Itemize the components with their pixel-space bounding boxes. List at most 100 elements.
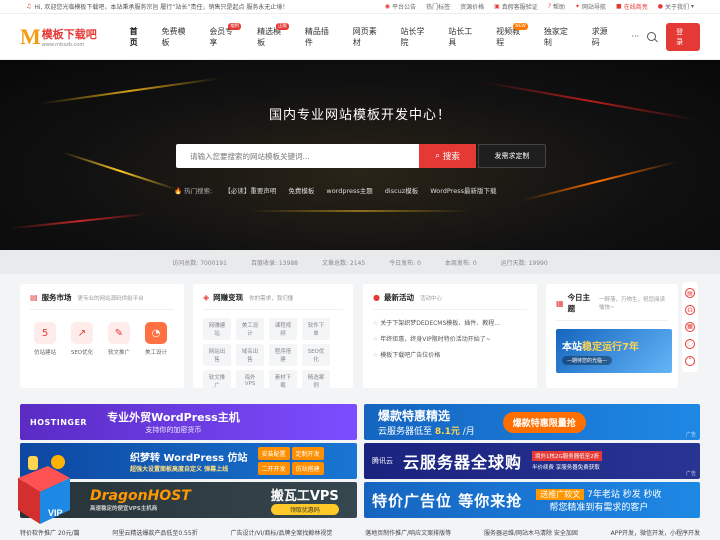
earn-tag[interactable]: 课程视频: [269, 318, 297, 340]
market-icon: ▤: [30, 293, 38, 302]
notice-text: Hi, 欢迎您光临模板下载吧，本站秉承服务宗旨 履行“站长”责任，销售只是起点 …: [34, 4, 289, 11]
text-link[interactable]: 特价软件推广 20元/篇: [20, 528, 80, 537]
earn-tag[interactable]: 精选案例: [302, 370, 330, 392]
top-link-verify[interactable]: ▣ 真假客服验证: [494, 2, 538, 11]
calendar-icon[interactable]: ▦: [685, 321, 695, 332]
nav-item-7[interactable]: 站长工具: [440, 14, 488, 60]
wechat-icon[interactable]: ◌: [685, 338, 695, 349]
ad-special-slot[interactable]: 特价广告位 等你来抢 送推广软文 7年老站 秒发 秒收 帮您精准到有需求的客户: [364, 482, 700, 518]
service-item[interactable]: ✎ 软文推广: [104, 322, 134, 356]
clipboard-icon[interactable]: ▤: [685, 288, 695, 299]
list-item[interactable]: 模板下载吧广告位价格: [373, 350, 527, 359]
nav-item-6[interactable]: 站长学院: [393, 14, 441, 60]
headset-icon[interactable]: ☊: [685, 305, 695, 316]
text-link[interactable]: 广告设计/VI/商标/品牌全案找鲸林视觉: [230, 528, 332, 537]
earn-tag[interactable]: 域名出售: [236, 344, 264, 366]
ad-subtitle: 高速稳定的便宜VPS主机商: [90, 506, 158, 512]
earn-tag[interactable]: 海外VPS: [236, 370, 264, 392]
search-input[interactable]: 请输入您要搜索的网站模板关键词...: [176, 144, 419, 168]
nav-item-3[interactable]: 精选模板 正版: [249, 14, 297, 60]
service-label: 仿站建站: [33, 350, 56, 356]
nav-item-4[interactable]: 精品插件: [297, 14, 345, 60]
login-button[interactable]: 登录: [666, 22, 700, 51]
earn-tag[interactable]: 软文推广: [203, 370, 231, 392]
top-link-tags[interactable]: 热门标签: [426, 2, 450, 11]
search-button[interactable]: ⌕ 搜索: [419, 144, 476, 168]
hot-term[interactable]: discuz模板: [385, 185, 418, 195]
topic-banner[interactable]: 本站稳定运行7年 —期待您的光临—: [556, 329, 672, 373]
card-title: 服务市场: [41, 293, 72, 302]
ad-title: 搬瓦工VPS: [270, 489, 339, 504]
site-logo[interactable]: M 模板下载吧 www.mbxzb.com: [20, 25, 120, 48]
banner-highlight: 稳定运行7年: [582, 341, 639, 353]
nav-item-10[interactable]: 求源码: [584, 14, 624, 60]
events-list: 关于下架织梦DEDECMS模板、插件、教程... 年终钜惠，终身VIP限时特价活…: [373, 318, 527, 359]
nav-item-5[interactable]: 网页素材: [345, 14, 393, 60]
earn-card: ◈ 网赚变现 你的需求，我们懂 网赚建站 美工设计 课程视频 软件下单 网站出售 域名出售 程序…: [193, 284, 353, 392]
ad-cloud-deal[interactable]: 爆款特惠精选 云服务器低至 8.1元 /月 爆款特惠限量抢 广告: [364, 404, 700, 440]
service-market-card: ▤ 服务市场 更专业的网站源码供给平台 5 仿站建站 ↗ SEO优化 ✎ 软文推广 ◔ 美工设计: [20, 284, 184, 388]
earn-tag[interactable]: 网站出售: [203, 344, 231, 366]
search-icon[interactable]: [647, 32, 657, 41]
floating-gift-promo[interactable]: VIP: [8, 448, 78, 528]
text-link[interactable]: 阿里云精选爆款产品低至0.55折: [112, 528, 197, 537]
earn-tag[interactable]: 程序搭建: [269, 344, 297, 366]
card-subtitle: 你的需求，我们懂: [249, 295, 294, 302]
ad-title: 爆款特惠精选: [378, 409, 451, 423]
stat-indexed: 百度收录: 13988: [250, 259, 298, 267]
earn-tags: 网赚建站 美工设计 课程视频 软件下单网站出售 域名出售 程序搭建 SEO优化软文推广 海外V…: [203, 318, 343, 392]
ad-hostinger[interactable]: HOSTINGER 专业外贸WordPress主机 支持你的加密货币: [20, 404, 357, 440]
text-link[interactable]: 落地页制作推广/响应文案排版等: [365, 528, 451, 537]
service-item[interactable]: ↗ SEO优化: [67, 322, 97, 356]
card-title: 今日主题: [567, 293, 591, 313]
list-item[interactable]: 年终钜惠，终身VIP限时特价活动开始了~: [373, 334, 527, 343]
top-link-online[interactable]: ■ 在线商亮: [616, 2, 648, 11]
stat-articles: 文章总数: 2145: [321, 259, 366, 267]
nav-badge: 福利: [228, 22, 242, 30]
compass-icon: ✦: [574, 3, 581, 10]
service-item[interactable]: 5 仿站建站: [30, 322, 60, 356]
hot-term[interactable]: wordpress主题: [326, 185, 372, 195]
nav-badge: 正版: [275, 22, 289, 30]
nav-item-label: 独家定制: [543, 26, 568, 47]
top-link-sitemap[interactable]: ✦ 网站导航: [575, 2, 606, 11]
nav-item-1[interactable]: 免费模板: [154, 14, 202, 60]
nav-item-label: 免费模板: [161, 26, 186, 47]
hot-term[interactable]: 免费模板: [288, 185, 314, 195]
top-link-announcement[interactable]: ◉ 平台公告: [385, 2, 416, 11]
hot-term[interactable]: WordPress最新版下载: [430, 185, 496, 195]
card-title: 网赚变现: [213, 293, 244, 302]
service-label: 美工设计: [144, 350, 167, 356]
back-to-top-icon[interactable]: ⌃: [685, 355, 695, 366]
earn-tag[interactable]: 网赚建站: [203, 318, 231, 340]
hero-banner: 国内专业网站模板开发中心！ 请输入您要搜索的网站模板关键词... ⌕ 搜索 发需求…: [0, 60, 720, 250]
ad-tencent-cloud[interactable]: 腾讯云 云服务器全球购 境外1核2G服务器低至2折 半价续费 享服务器免费获取 广…: [364, 443, 700, 479]
ad-pill: 送推广软文: [536, 489, 585, 500]
hero-title: 国内专业网站模板开发中心！: [268, 108, 451, 123]
nav-item-11[interactable]: ···: [624, 14, 648, 60]
top-link-about[interactable]: ● 关于我们 ▾: [658, 2, 694, 11]
card-subtitle: 更专业的网站源码供给平台: [77, 295, 144, 302]
service-item[interactable]: ◔ 美工设计: [141, 322, 171, 356]
hot-search-label: 🔥 热门搜索:: [174, 187, 213, 195]
nav-item-0[interactable]: 首页: [122, 14, 154, 60]
nav-item-label: 站长工具: [448, 26, 473, 47]
hot-term[interactable]: 【必读】重要声明: [224, 185, 276, 195]
nav-item-9[interactable]: 独家定制: [536, 14, 584, 60]
earn-tag[interactable]: 美工设计: [236, 318, 264, 340]
earn-tag[interactable]: 软件下单: [302, 318, 330, 340]
text-link[interactable]: APP开发，微信开发，小程序开发: [611, 528, 700, 537]
top-link-help[interactable]: ? 帮助: [548, 2, 565, 11]
welcome-notice: ♫ Hi, 欢迎您光临模板下载吧，本站秉承服务宗旨 履行“站长”责任，销售只是起…: [26, 2, 288, 11]
earn-tag[interactable]: SEO优化: [302, 344, 330, 366]
earn-tag[interactable]: 素材下载: [269, 370, 297, 392]
card-subtitle: 一醉落，万物生，祝您阅读愉快~: [598, 297, 665, 311]
nav-item-2[interactable]: 会员专享 福利: [201, 14, 249, 60]
ad-title: 织梦转 WordPress 仿站: [130, 453, 248, 464]
ad-title: 专业外贸WordPress主机: [107, 411, 240, 424]
text-link[interactable]: 服务器运维/网站木马清除 安全加固: [484, 528, 578, 537]
list-item[interactable]: 关于下架织梦DEDECMS模板、插件、教程...: [373, 318, 527, 327]
top-link-prices[interactable]: 资源价格: [460, 2, 484, 11]
request-custom-button[interactable]: 发需求定制: [478, 144, 546, 168]
nav-item-8[interactable]: 视频教程 NEW: [488, 14, 536, 60]
